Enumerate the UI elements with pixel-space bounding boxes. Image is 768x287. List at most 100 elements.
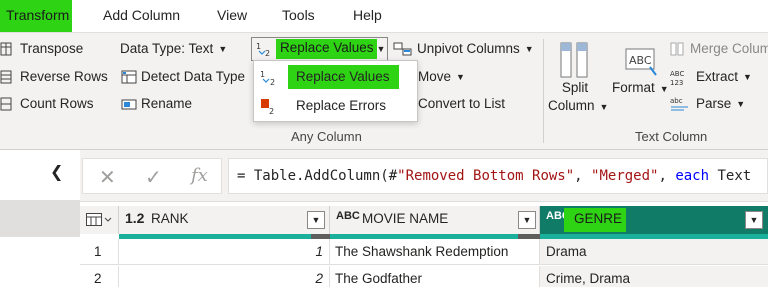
unpivot-columns-icon	[393, 41, 413, 57]
formula-input[interactable]: = Table.AddColumn(#"Removed Bottom Rows"…	[228, 158, 768, 194]
detect-data-type-icon	[121, 69, 137, 85]
split-column-label-2: Column	[548, 98, 595, 113]
rename-label: Rename	[141, 96, 193, 111]
detect-data-type-button[interactable]: Detect Data Type	[121, 66, 245, 88]
tab-help[interactable]: Help	[347, 0, 388, 32]
column-header-label: MOVIE NAME	[362, 211, 449, 226]
commit-icon[interactable]: ✓	[145, 165, 162, 190]
column-header-movie-name[interactable]: ABC MOVIE NAME ▼	[330, 206, 540, 234]
reverse-rows-icon	[0, 69, 16, 85]
svg-text:abc: abc	[670, 97, 683, 105]
data-type-dropdown[interactable]: Data Type: Text ▼	[120, 38, 227, 60]
transpose-button[interactable]: Transpose	[0, 38, 83, 60]
chevron-down-icon[interactable]: ▼	[376, 39, 386, 59]
column-header-rank[interactable]: 1.2 RANK ▼	[119, 206, 330, 234]
menu-item-replace-errors[interactable]: 2 Replace Errors	[254, 92, 417, 120]
svg-text:ABC: ABC	[670, 70, 684, 78]
replace-values-button[interactable]: 12 Replace Values ▼	[251, 37, 388, 61]
svg-text:ABC: ABC	[629, 54, 652, 67]
unpivot-columns-button[interactable]: Unpivot Columns ▼	[393, 38, 534, 60]
split-column-label-1: Split	[561, 80, 589, 95]
count-rows-button[interactable]: Count Rows	[0, 93, 94, 115]
formula-keyword: each	[675, 168, 710, 184]
table-cell-rank[interactable]: 1	[119, 239, 330, 265]
merge-columns-button[interactable]: Merge Colum	[670, 38, 768, 60]
table-icon	[86, 213, 112, 226]
column-header-genre[interactable]: ABC GENRE ▼	[540, 206, 768, 234]
formula-bar: ✕ ✓ fx = Table.AddColumn(#"Removed Botto…	[80, 150, 768, 202]
table-cell-genre[interactable]: Crime, Drama	[540, 266, 768, 287]
any-column-group-label: Any Column	[291, 129, 362, 144]
svg-text:2: 2	[265, 49, 270, 57]
table-cell-movie[interactable]: The Shawshank Redemption	[330, 239, 540, 265]
rename-button[interactable]: Rename	[121, 93, 192, 115]
table-cell-rank[interactable]: 2	[119, 266, 330, 287]
menu-item-replace-values[interactable]: 12 Replace Values	[254, 63, 417, 91]
data-type-label: Data Type: Text	[120, 41, 214, 56]
replace-values-menu: 12 Replace Values 2 Replace Errors	[253, 60, 418, 122]
chevron-down-icon[interactable]: ▼	[307, 211, 325, 229]
parse-button[interactable]: abc Parse ▼	[670, 93, 745, 115]
split-column-button[interactable]: Split Column ▼	[548, 39, 608, 116]
parse-icon: abc	[670, 96, 692, 112]
replace-errors-icon: 2	[260, 98, 278, 116]
chevron-down-icon: ▼	[218, 44, 228, 54]
table-menu-corner[interactable]	[80, 206, 119, 234]
tab-tools[interactable]: Tools	[276, 0, 321, 32]
formula-string: "Merged"	[591, 168, 659, 184]
chevron-down-icon: ▼	[456, 72, 465, 82]
merge-columns-icon	[670, 41, 686, 57]
convert-to-list-button[interactable]: Convert to List	[418, 93, 505, 115]
formula-buttons: ✕ ✓ fx	[82, 158, 222, 194]
format-button[interactable]: ABC Format ▼	[612, 39, 669, 98]
replace-values-icon: 12	[256, 41, 272, 58]
menu-item-label: Replace Values	[296, 69, 390, 84]
formula-suffix: Text	[709, 168, 752, 184]
extract-icon: ABC 123	[670, 69, 692, 87]
query-list-item[interactable]	[0, 200, 80, 237]
move-label: Move	[418, 69, 452, 84]
tab-add-column[interactable]: Add Column	[97, 0, 186, 32]
fx-icon[interactable]: fx	[191, 165, 208, 186]
replace-values-label: Replace Values	[280, 40, 374, 55]
cancel-icon[interactable]: ✕	[99, 165, 116, 190]
tab-view[interactable]: View	[211, 0, 253, 32]
ribbon-separator	[543, 39, 544, 143]
format-label: Format	[612, 80, 655, 95]
unpivot-columns-label: Unpivot Columns	[417, 41, 520, 56]
chevron-down-icon[interactable]: ▼	[518, 211, 536, 229]
count-rows-icon	[0, 96, 16, 112]
svg-text:1: 1	[256, 42, 261, 51]
detect-data-type-label: Detect Data Type	[141, 69, 246, 84]
text-type-icon[interactable]: ABC	[336, 210, 360, 222]
menu-bar: Transform Add Column View Tools Help	[0, 0, 768, 32]
column-header-label: GENRE	[574, 211, 623, 226]
svg-text:2: 2	[269, 107, 274, 116]
table-cell-genre[interactable]: Drama	[540, 239, 768, 265]
text-column-group-label: Text Column	[635, 129, 708, 144]
formula-separator: ,	[658, 168, 676, 184]
tab-transform[interactable]: Transform	[0, 0, 72, 32]
chevron-down-icon: ▼	[659, 84, 669, 94]
split-column-icon	[548, 39, 602, 79]
chevron-down-icon: ▼	[736, 99, 746, 109]
convert-to-list-label: Convert to List	[418, 96, 506, 111]
table-cell-movie[interactable]: The Godfather	[330, 266, 540, 287]
chevron-down-icon: ▼	[599, 102, 609, 112]
chevron-down-icon[interactable]: ▼	[745, 211, 763, 229]
menu-item-label: Replace Errors	[296, 98, 387, 113]
replace-values-icon: 12	[260, 69, 278, 87]
row-index[interactable]: 1	[80, 239, 119, 265]
reverse-rows-button[interactable]: Reverse Rows	[0, 66, 108, 88]
move-button[interactable]: Move ▼	[418, 66, 465, 88]
row-index[interactable]: 2	[80, 266, 119, 287]
format-icon: ABC	[612, 39, 668, 79]
chevron-left-icon[interactable]: ❮	[50, 162, 63, 182]
transpose-label: Transpose	[20, 41, 84, 56]
queries-pane: ❮	[0, 150, 80, 287]
count-rows-label: Count Rows	[20, 96, 94, 111]
formula-separator: ,	[574, 168, 592, 184]
extract-button[interactable]: ABC 123 Extract ▼	[670, 66, 752, 88]
decimal-type-icon[interactable]: 1.2	[125, 210, 144, 226]
data-grid: 1.2 RANK ▼ ABC MOVIE NAME ▼ ABC GENRE ▼ …	[80, 202, 768, 287]
